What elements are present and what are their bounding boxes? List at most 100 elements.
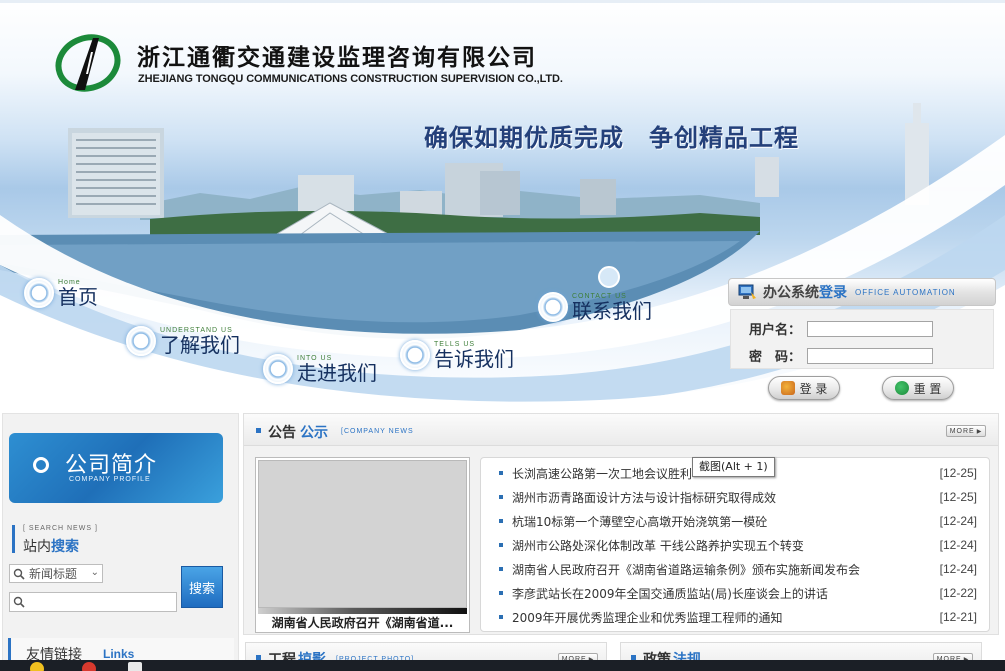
list-item[interactable]: 李彦武站长在2009年全国交通质监站(局)长座谈会上的讲话 [12-22]	[499, 583, 977, 603]
login-panel: 办公系统 登录 OFFICE AUTOMATION 用户名： 密 码： 登 录	[728, 278, 996, 408]
site-search-title-b: 搜索	[51, 539, 79, 555]
nav-tell-label: 告诉我们	[434, 347, 514, 371]
username-input[interactable]	[807, 320, 933, 337]
nav-into[interactable]: INTO US 走进我们	[263, 354, 377, 384]
nav-about-label: 了解我们	[160, 333, 240, 357]
news-date: [12-24]	[939, 514, 977, 528]
nav-about[interactable]: UNDERSTAND US 了解我们	[126, 326, 240, 356]
news-title: 湖州市沥青路面设计方法与设计指标研究取得成效	[512, 490, 777, 505]
list-item[interactable]: 湖州市公路处深化体制改革 干线公路养护实现五个转变 [12-24]	[499, 535, 977, 555]
nav-into-label: 走进我们	[297, 361, 377, 385]
news-photo-caption: 湖南省人民政府召开《湖南省道...	[271, 616, 454, 630]
company-profile-label: 公司简介	[65, 453, 158, 478]
username-label: 用户名：	[749, 323, 802, 338]
company-profile-banner[interactable]: 公司简介 COMPANY PROFILE	[9, 433, 223, 503]
login-button[interactable]: 登 录	[768, 376, 840, 400]
section-marker	[12, 525, 15, 553]
news-list: 长浏高速公路第一次工地会议胜利 [12-25] 湖州市沥青路面设计方法与设计指标…	[480, 457, 990, 632]
password-row: 密 码：	[749, 346, 933, 365]
search-category-select[interactable]: 新闻标题 ⌄	[9, 564, 103, 583]
header-banner: 浙江通衢交通建设监理咨询有限公司 ZHEJIANG TONGQU COMMUNI…	[0, 0, 1005, 410]
password-label: 密 码：	[749, 350, 802, 365]
notice-title-highlight: 公示	[300, 425, 328, 441]
search-button[interactable]: 搜索	[181, 566, 223, 608]
notice-panel: 公告 公示 [COMPANY NEWS MORE ▶ 湖南省人民政府召开《湖南省道…	[243, 413, 999, 635]
nav-contact[interactable]: CONTACT US 联系我们	[538, 292, 652, 322]
login-form: 用户名： 密 码：	[730, 309, 994, 369]
company-name-cn: 浙江通衢交通建设监理咨询有限公司	[137, 45, 537, 71]
news-date: [12-22]	[939, 586, 977, 600]
search-category-value: 新闻标题	[29, 567, 78, 581]
news-date: [12-25]	[939, 490, 977, 504]
check-icon	[894, 381, 909, 395]
square-bullet-icon	[499, 567, 503, 571]
friendly-links-en: Links	[103, 647, 135, 661]
decor-circle	[598, 266, 620, 288]
news-date: [12-25]	[939, 466, 977, 480]
arrow-right-icon: ▶	[976, 428, 983, 435]
taskbar-app-icon[interactable]	[128, 662, 142, 671]
password-input[interactable]	[807, 347, 933, 364]
circle-icon	[33, 457, 49, 473]
square-bullet-icon	[499, 615, 503, 619]
list-item[interactable]: 湖南省人民政府召开《湖南省道路运输条例》颁布实施新闻发布会 [12-24]	[499, 559, 977, 579]
list-item[interactable]: 湖州市沥青路面设计方法与设计指标研究取得成效 [12-25]	[499, 487, 977, 507]
nav-circle-icon	[400, 340, 430, 370]
notice-title: 公告	[268, 425, 296, 441]
notice-title-en: [COMPANY NEWS	[341, 428, 414, 435]
square-bullet-icon	[256, 428, 261, 433]
nav-circle-icon	[126, 326, 156, 356]
site-search-title-a: 站内	[23, 539, 51, 555]
top-border	[0, 0, 1005, 3]
login-button-label: 登 录	[799, 381, 828, 396]
company-name-en: ZHEJIANG TONGQU COMMUNICATIONS CONSTRUCT…	[138, 73, 563, 85]
company-profile-en: COMPANY PROFILE	[69, 476, 151, 483]
more-label: MORE	[949, 427, 975, 435]
news-title: 湖州市公路处深化体制改革 干线公路养护实现五个转变	[512, 538, 804, 553]
left-sidebar: 公司简介 COMPANY PROFILE [ SEARCH NEWS ] 站内搜…	[2, 413, 239, 671]
company-logo	[55, 34, 121, 92]
os-taskbar	[0, 660, 1005, 671]
news-date: [12-24]	[939, 538, 977, 552]
screenshot-tooltip: 截图(Alt + 1)	[692, 457, 775, 477]
news-date: [12-21]	[939, 610, 977, 624]
reset-button-label: 重 置	[913, 381, 942, 396]
chevron-down-icon: ⌄	[90, 567, 99, 578]
news-photo-frame[interactable]: 湖南省人民政府召开《湖南省道...	[255, 457, 470, 633]
username-row: 用户名：	[749, 319, 933, 338]
office-monitor-icon	[738, 284, 756, 299]
search-news-en: [ SEARCH NEWS ]	[23, 525, 98, 532]
login-title-highlight: 登录	[819, 285, 847, 301]
nav-circle-icon	[263, 354, 293, 384]
taskbar-app-icon[interactable]	[30, 662, 44, 671]
nav-tell[interactable]: TELLS US 告诉我们	[400, 340, 514, 370]
square-bullet-icon	[499, 471, 503, 475]
notice-header: 公告 公示 [COMPANY NEWS MORE ▶	[244, 414, 998, 446]
notice-more-button[interactable]: MORE ▶	[946, 425, 986, 437]
login-header: 办公系统 登录 OFFICE AUTOMATION	[728, 278, 996, 306]
nav-circle-icon	[538, 292, 568, 322]
reset-button[interactable]: 重 置	[882, 376, 954, 400]
square-bullet-icon	[499, 543, 503, 547]
news-title: 湖南省人民政府召开《湖南省道路运输条例》颁布实施新闻发布会	[512, 562, 861, 577]
nav-home[interactable]: Home 首页	[24, 278, 98, 308]
page: 浙江通衢交通建设监理咨询有限公司 ZHEJIANG TONGQU COMMUNI…	[0, 0, 1005, 671]
list-item[interactable]: 2009年开展优秀监理企业和优秀监理工程师的通知 [12-21]	[499, 607, 977, 627]
login-title: 办公系统	[763, 285, 819, 301]
nav-contact-label: 联系我们	[572, 299, 652, 323]
list-item[interactable]: 杭瑞10标第一个薄壁空心高墩开始浇筑第一模砼 [12-24]	[499, 511, 977, 531]
news-date: [12-24]	[939, 562, 977, 576]
taskbar-app-icon[interactable]	[82, 662, 96, 671]
news-title: 2009年开展优秀监理企业和优秀监理工程师的通知	[512, 610, 783, 625]
square-bullet-icon	[499, 495, 503, 499]
news-photo	[258, 460, 467, 608]
news-title: 李彦武站长在2009年全国交通质监站(局)长座谈会上的讲话	[512, 586, 828, 601]
search-input[interactable]	[9, 592, 177, 612]
square-bullet-icon	[499, 591, 503, 595]
search-icon	[13, 596, 25, 608]
nav-home-label: 首页	[58, 285, 98, 309]
news-title: 杭瑞10标第一个薄壁空心高墩开始浇筑第一模砼	[512, 514, 768, 529]
search-icon	[13, 568, 25, 580]
users-icon	[780, 381, 795, 395]
square-bullet-icon	[499, 519, 503, 523]
